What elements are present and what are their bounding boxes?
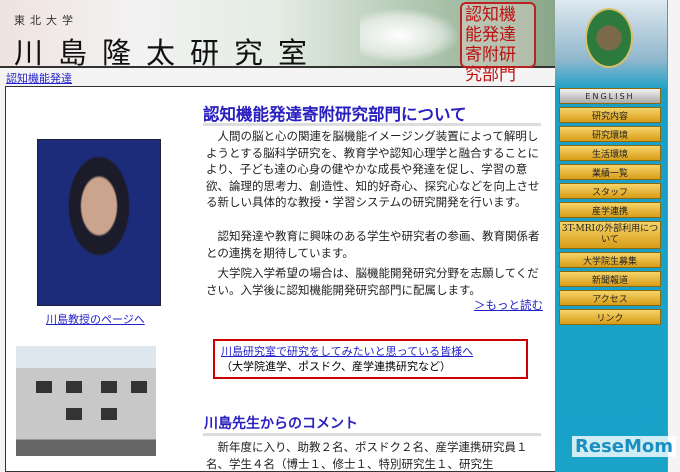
page-edge xyxy=(667,0,680,472)
intro-paragraph: 人間の脳と心の関連を脳機能イメージング装置によって解明しようとする脳科学研究を、… xyxy=(206,129,540,210)
breadcrumb-link[interactable]: 認知機能発達 xyxy=(6,70,72,86)
menu-links[interactable]: リンク xyxy=(559,309,661,325)
menu-access[interactable]: アクセス xyxy=(559,290,661,306)
menu-research[interactable]: 研究内容 xyxy=(559,107,661,123)
world-map-graphic xyxy=(360,8,460,63)
university-logo xyxy=(585,8,633,68)
menu-press[interactable]: 新聞報道 xyxy=(559,271,661,287)
site-header: 東北大学 川島隆太研究室 認知機能発達寄附研究部門 xyxy=(0,0,555,85)
intro-paragraph: 認知発達や教育に興味のある学生や研究者の参画、教育関係者との連携を期待しています… xyxy=(206,229,540,260)
comment-title: 川島先生からのコメント xyxy=(204,416,358,432)
section-title: 認知機能発達寄附研究部門について xyxy=(203,105,467,124)
main-content: 川島教授のページへ 認知機能発達寄附研究部門について 人間の脳と心の関連を脳機能… xyxy=(5,86,555,472)
menu-recruit[interactable]: 大学院生募集 xyxy=(559,252,661,268)
menu-publications[interactable]: 業績一覧 xyxy=(559,164,661,180)
professor-page-link[interactable]: 川島教授のページへ xyxy=(46,311,145,327)
intro-paragraph: 大学院入学希望の場合は、脳機能開発研究分野を志願してください。入学後に認知機能開… xyxy=(206,266,539,297)
menu-staff[interactable]: スタッフ xyxy=(559,183,661,199)
read-more-link[interactable]: ＞もっと読む xyxy=(474,297,543,313)
university-name: 東北大学 xyxy=(14,14,78,27)
recruit-box: 川島研究室で研究をしてみたいと思っている皆様へ （大学院進学、ポスドク、産学連携… xyxy=(213,339,528,379)
recruit-note: （大学院進学、ポスドク、産学連携研究など） xyxy=(221,360,452,373)
comment-text: 新年度に入り、助教２名、ポスドク２名、産学連携研究員１名、学生４名（博士１、修士… xyxy=(206,440,528,471)
professor-photo xyxy=(37,139,161,306)
divider xyxy=(203,433,541,436)
sidebar: ENGLISH 研究内容 研究環境 生活環境 業績一覧 スタッフ 産学連携 3T… xyxy=(555,0,667,472)
department-stamp: 認知機能発達寄附研究部門 xyxy=(460,2,536,85)
nav-menu: ENGLISH 研究内容 研究環境 生活環境 業績一覧 スタッフ 産学連携 3T… xyxy=(559,88,661,328)
recruit-link[interactable]: 川島研究室で研究をしてみたいと思っている皆様へ xyxy=(221,344,520,359)
menu-mri[interactable]: 3T-MRIの外部利用について xyxy=(559,221,661,249)
building-photo xyxy=(16,346,156,456)
menu-english[interactable]: ENGLISH xyxy=(559,88,661,104)
divider xyxy=(203,123,541,126)
menu-living[interactable]: 生活環境 xyxy=(559,145,661,161)
lab-title: 川島隆太研究室 xyxy=(14,36,323,70)
watermark: ReseMom xyxy=(572,436,677,457)
menu-industry[interactable]: 産学連携 xyxy=(559,202,661,218)
menu-environment[interactable]: 研究環境 xyxy=(559,126,661,142)
